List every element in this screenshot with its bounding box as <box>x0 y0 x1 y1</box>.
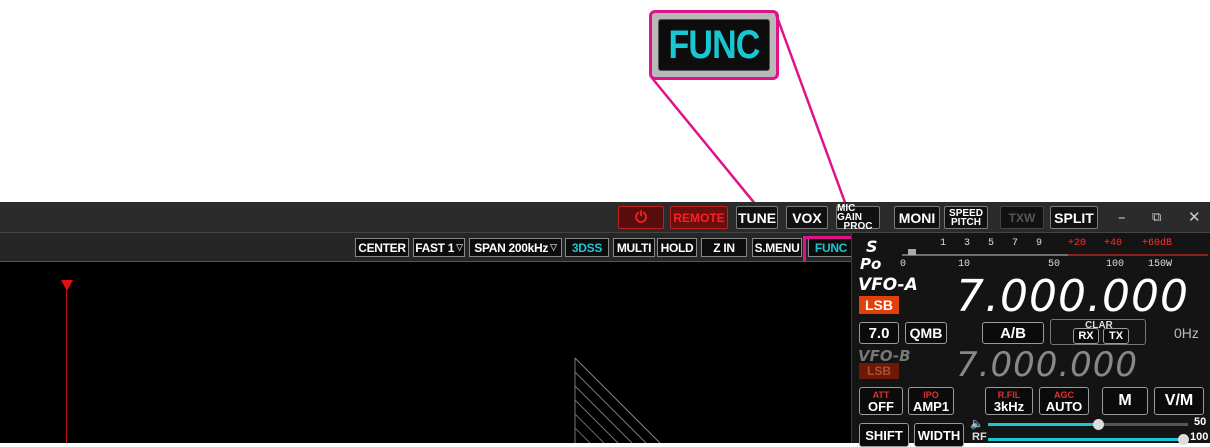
shift-button[interactable]: SHIFT <box>859 423 909 447</box>
span-label: SPAN 200kHz <box>474 240 549 255</box>
meter-bar <box>902 249 1208 256</box>
tx-button[interactable]: TX <box>1103 328 1129 344</box>
fast-button[interactable]: FAST 1 ▽ <box>413 238 465 257</box>
vox-button[interactable]: VOX <box>786 206 828 229</box>
memory-button[interactable]: M <box>1102 387 1148 415</box>
scope-toolbar: CENTER FAST 1 ▽ SPAN 200kHz ▽ 3DSS MULTI H… <box>0 233 858 262</box>
power-button[interactable]: ⏻ <box>618 206 664 229</box>
remote-button[interactable]: REMOTE <box>670 206 728 229</box>
vfo-a-mode-badge[interactable]: LSB <box>859 296 899 314</box>
minimize-icon[interactable]: – <box>1118 208 1126 226</box>
af-gain-slider-knob[interactable] <box>1093 419 1104 430</box>
chevron-down-icon: ▽ <box>456 242 463 252</box>
af-gain-slider-fill <box>988 423 1098 426</box>
vfo-b-mode-badge[interactable]: LSB <box>859 363 899 379</box>
txw-button[interactable]: TXW <box>1000 206 1044 229</box>
pitch-label: PITCH <box>951 216 981 228</box>
tune-button[interactable]: TUNE <box>736 206 778 229</box>
att-button[interactable]: ATT OFF <box>859 387 903 415</box>
rf-gain-slider-fill <box>988 438 1182 441</box>
ipo-value: AMP1 <box>912 399 950 414</box>
width-button[interactable]: WIDTH <box>914 423 964 447</box>
spectrum-scope[interactable] <box>0 262 851 443</box>
scope-grid <box>574 357 661 443</box>
vfo-a-frequency[interactable]: 7.000.000 <box>956 271 1189 322</box>
split-button[interactable]: SPLIT <box>1050 206 1098 229</box>
ipo-button[interactable]: IPO AMP1 <box>908 387 954 415</box>
rf-label: RF <box>972 431 987 443</box>
att-value: OFF <box>868 399 894 414</box>
agc-value: AUTO <box>1045 399 1083 414</box>
vm-button[interactable]: V/M <box>1154 387 1204 415</box>
center-button[interactable]: CENTER <box>355 238 409 257</box>
vfo-a-label: VFO-A <box>858 275 918 295</box>
af-gain-value: 50 <box>1194 416 1207 428</box>
rfil-value: 3kHz <box>993 399 1025 414</box>
title-bar: ⏻ REMOTE TUNE VOX MIC GAIN PROC MONI SPE… <box>0 202 1210 233</box>
speed-pitch-button[interactable]: SPEED PITCH <box>944 206 988 229</box>
clar-offset: 0Hz <box>1174 325 1199 341</box>
rfil-button[interactable]: R.FIL 3kHz <box>985 387 1033 415</box>
agc-button[interactable]: AGC AUTO <box>1039 387 1089 415</box>
multi-button[interactable]: MULTI <box>613 238 655 257</box>
clar-group: CLAR RX TX <box>1050 319 1146 345</box>
rx-button[interactable]: RX <box>1073 328 1099 344</box>
proc-label: PROC <box>843 221 873 232</box>
zin-button[interactable]: Z IN <box>701 238 747 257</box>
vfo-b-frequency[interactable]: 7.000.000 <box>956 345 1138 385</box>
restore-icon[interactable]: ⧉ <box>1152 210 1161 225</box>
band-button[interactable]: 7.0 <box>859 322 899 344</box>
close-icon[interactable]: ✕ <box>1188 208 1201 226</box>
mic-gain-proc-button[interactable]: MIC GAIN PROC <box>836 203 880 232</box>
power-icon: ⏻ <box>635 209 647 226</box>
fast-label: FAST 1 <box>415 240 455 255</box>
rf-gain-slider-knob[interactable] <box>1178 434 1189 445</box>
af-gain-slider-track <box>1098 423 1188 426</box>
span-button[interactable]: SPAN 200kHz ▽ <box>469 238 562 257</box>
mic-gain-label: MIC GAIN <box>837 203 862 223</box>
qmb-button[interactable]: QMB <box>905 322 947 344</box>
rf-gain-value: 100 <box>1190 431 1209 443</box>
hold-button[interactable]: HOLD <box>657 238 697 257</box>
chevron-down-icon: ▽ <box>550 242 557 252</box>
smenu-button[interactable]: S.MENU <box>752 238 802 257</box>
tuning-marker-icon <box>61 280 73 291</box>
ab-button[interactable]: A/B <box>982 322 1044 344</box>
volume-icon: 🔈 <box>970 417 984 430</box>
radio-control-panel: S Po 1 3 5 7 9 +20 +40 +60dB 0 10 50 100 150W VFO-A… <box>851 233 1210 447</box>
3dss-button[interactable]: 3DSS <box>565 238 609 257</box>
tuning-marker-line <box>66 290 67 443</box>
moni-button[interactable]: MONI <box>894 206 940 229</box>
